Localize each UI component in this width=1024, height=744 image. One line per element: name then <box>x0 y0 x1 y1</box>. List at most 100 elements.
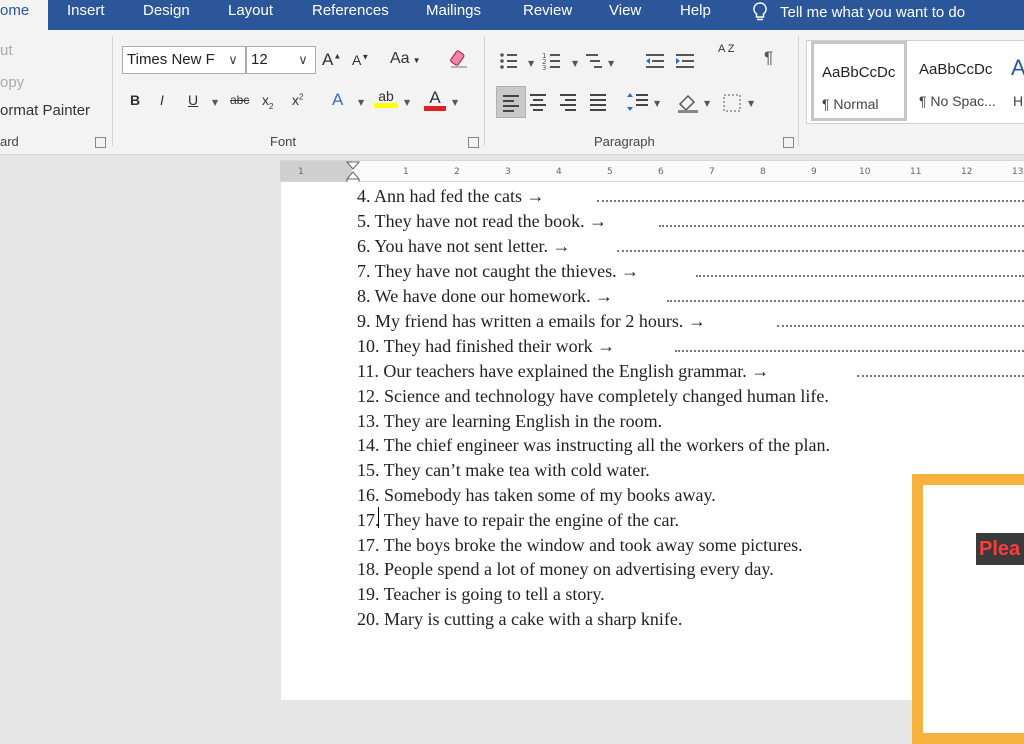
highlight-button[interactable]: ab <box>374 88 398 108</box>
tab-mailings[interactable]: Mailings <box>426 0 481 30</box>
shrink-font-button[interactable]: A▼ <box>352 52 369 68</box>
tab-references[interactable]: References <box>312 0 389 30</box>
font-color-button[interactable]: A <box>424 88 446 111</box>
ruler-tick: 3 <box>505 167 511 177</box>
tab-view[interactable]: View <box>609 0 641 30</box>
document-line: 7. They have not caught the thieves. → <box>357 261 640 281</box>
paragraph-launcher-icon[interactable] <box>783 137 794 148</box>
increase-indent-icon[interactable] <box>676 54 694 68</box>
ruler-tick: 1 <box>298 167 304 177</box>
svg-text:▼: ▼ <box>654 99 661 108</box>
answer-blank <box>597 200 1024 202</box>
tab-help[interactable]: Help <box>680 0 711 30</box>
clear-formatting-icon[interactable] <box>448 48 470 74</box>
ruler-tick: 4 <box>556 167 562 177</box>
document-line: 5. They have not read the book. → <box>357 211 608 231</box>
tell-me-box[interactable]: Tell me what you want to do <box>752 0 965 24</box>
paragraph-row2-icons: ▼ ▼ ▼ <box>530 93 755 113</box>
multilevel-list-icon[interactable] <box>586 54 602 68</box>
chevron-down-icon[interactable]: ▼ <box>452 98 458 107</box>
tab-review[interactable]: Review <box>523 0 572 30</box>
document-line: 13. They are learning English in the roo… <box>357 411 663 431</box>
align-left-button[interactable] <box>496 86 526 118</box>
ruler-tick: 7 <box>709 167 715 177</box>
tab-layout[interactable]: Layout <box>228 0 273 30</box>
svg-text:▼: ▼ <box>748 99 755 108</box>
document-line: 16. Somebody has taken some of my books … <box>357 485 716 505</box>
decrease-indent-icon[interactable] <box>646 54 664 68</box>
group-divider <box>112 36 113 146</box>
format-painter-button[interactable]: ormat Painter <box>0 102 90 119</box>
ruler-tick: 10 <box>859 167 871 177</box>
document-line: 15. They can’t make tea with cold water. <box>357 460 650 480</box>
overlay-frame <box>912 474 1024 744</box>
font-launcher-icon[interactable] <box>468 137 479 148</box>
svg-text:▼: ▼ <box>528 59 535 68</box>
document-line: 8. We have done our homework. → <box>357 286 614 306</box>
sort-button[interactable]: A Z <box>718 44 735 55</box>
superscript-button[interactable]: x2 <box>292 92 303 108</box>
subscript-button[interactable]: x2 <box>262 92 273 111</box>
ruler-tick: 11 <box>910 167 922 177</box>
chevron-down-icon[interactable]: ∨ <box>223 47 243 73</box>
style-sample-text: AaBbCcDc <box>822 64 896 81</box>
style-heading-name-partial: H <box>1013 93 1024 109</box>
text-effects-button[interactable]: A <box>332 90 343 110</box>
style-sample-text: AaBbCcDc <box>919 61 993 78</box>
document-line: 17. The boys broke the window and took a… <box>357 535 803 555</box>
document-line: 10. They had finished their work → <box>357 336 616 356</box>
numbering-icon[interactable]: 123 <box>542 52 560 72</box>
borders-icon[interactable] <box>723 94 741 112</box>
cut-button[interactable]: ut <box>0 42 13 59</box>
answer-blank <box>696 275 1024 277</box>
document-line: 6. You have not sent letter. → <box>357 236 571 256</box>
ruler-tick: 6 <box>658 167 664 177</box>
line-spacing-icon[interactable] <box>627 93 648 111</box>
document-line: 19. Teacher is going to tell a story. <box>357 584 605 604</box>
chevron-down-icon[interactable]: ▼ <box>358 98 364 107</box>
bullets-icon[interactable] <box>500 53 517 69</box>
ruler-tick: 5 <box>607 167 613 177</box>
tab-design[interactable]: Design <box>143 0 190 30</box>
grow-font-button[interactable]: A▲ <box>322 50 341 70</box>
style-no-spacing[interactable]: AaBbCcDc ¶ No Spac... <box>911 41 1007 121</box>
shading-icon[interactable] <box>678 94 698 113</box>
group-divider <box>484 36 485 146</box>
ribbon: ut opy ormat Painter ard Times New F ∨ 1… <box>0 30 1024 155</box>
answer-blank <box>857 375 1024 377</box>
change-case-button[interactable]: Aa ▼ <box>390 50 421 68</box>
ruler-tick: 2 <box>454 167 460 177</box>
clipboard-launcher-icon[interactable] <box>95 137 106 148</box>
justify-icon[interactable] <box>590 94 606 111</box>
font-size-combo[interactable]: 12 ∨ <box>246 46 316 74</box>
align-right-icon[interactable] <box>560 94 576 111</box>
horizontal-ruler[interactable]: 1 1 2 3 4 5 6 7 8 9 10 11 12 13 <box>280 160 1024 186</box>
font-name-combo[interactable]: Times New F ∨ <box>122 46 246 74</box>
document-line: 12. Science and technology have complete… <box>357 386 829 406</box>
bold-button[interactable]: B <box>130 92 140 108</box>
chevron-down-icon[interactable]: ▼ <box>404 98 410 107</box>
font-name-value: Times New F <box>127 51 215 68</box>
text-cursor <box>378 507 379 528</box>
ruler-margin-area <box>280 161 352 181</box>
font-size-value: 12 <box>251 51 268 68</box>
ruler-tick: 1 <box>403 167 409 177</box>
show-formatting-button[interactable]: ¶ <box>764 48 773 68</box>
strikethrough-button[interactable]: abc <box>230 93 249 107</box>
ruler-tick: 9 <box>811 167 817 177</box>
overlay-label: Plea <box>976 533 1024 565</box>
chevron-down-icon[interactable]: ▼ <box>212 98 218 107</box>
clipboard-group-label: ard <box>0 134 19 149</box>
svg-text:▼: ▼ <box>704 99 711 108</box>
chevron-down-icon[interactable]: ∨ <box>293 47 313 73</box>
tab-insert[interactable]: Insert <box>67 0 105 30</box>
group-divider <box>798 36 799 146</box>
italic-button[interactable]: I <box>160 92 164 108</box>
underline-button[interactable]: U <box>188 92 198 108</box>
style-name: ¶ No Spac... <box>919 93 996 109</box>
copy-button[interactable]: opy <box>0 74 24 91</box>
style-heading-partial[interactable]: A <box>1011 55 1024 81</box>
align-center-icon[interactable] <box>530 94 546 111</box>
style-normal[interactable]: AaBbCcDc ¶ Normal <box>811 41 907 121</box>
tab-home[interactable]: ome <box>0 0 48 30</box>
